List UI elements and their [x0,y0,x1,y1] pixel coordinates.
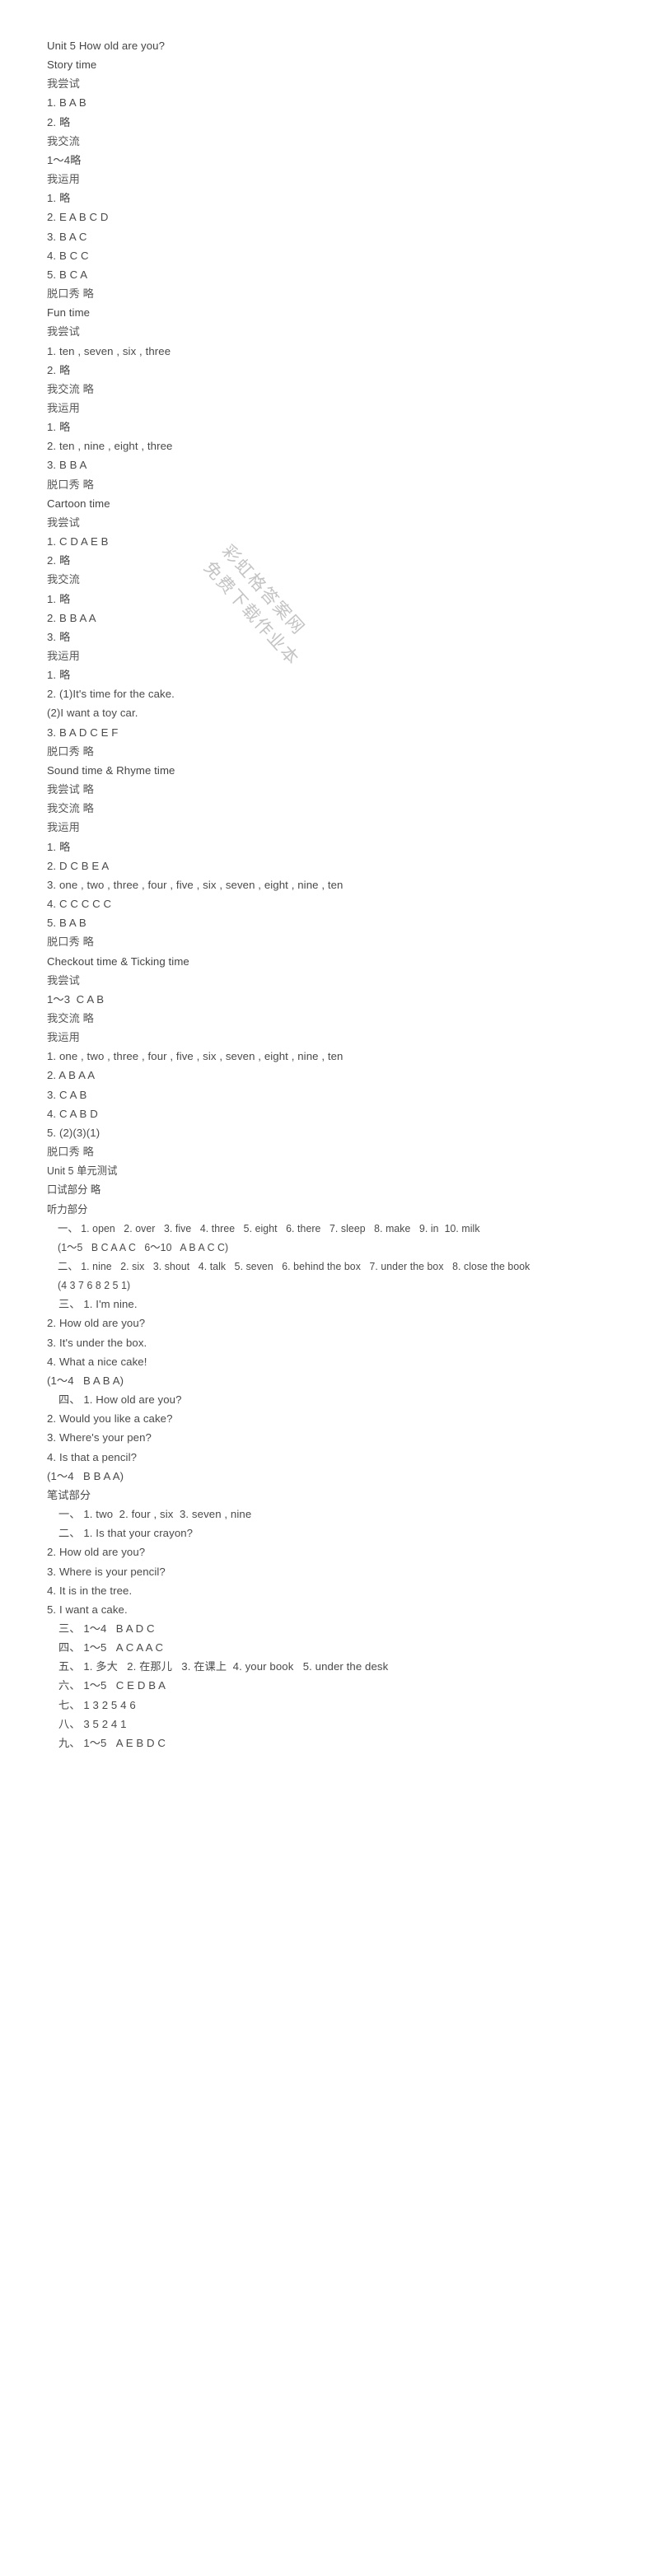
answer-line: 八、 3 5 2 4 1 [58,1717,127,1730]
answer-line: 脱口秀 略 [47,744,94,758]
answer-line: 3. B B A [47,459,87,472]
answer-line: 1～3 C A B [47,992,105,1006]
answer-line: Story time [47,58,97,72]
answer-line: 脱口秀 略 [47,287,94,301]
answer-line: (2)I want a toy car. [47,707,138,720]
answer-line: (1～4 B B A A) [47,1469,124,1482]
answer-line: 5. B A B [47,917,86,930]
answer-line: 4. C C C C C [47,898,112,911]
answer-line: 我运用 [47,1031,80,1044]
answer-line: 4. B C C [47,249,89,262]
answer-line: 3. Where's your pen? [47,1431,152,1444]
answer-line: 我尝试 略 [47,783,94,796]
answer-line: 二、 1. Is that your crayon? [58,1527,194,1540]
answer-line: Sound time & Rhyme time [47,763,175,777]
answer-line: 2. D C B E A [47,859,110,872]
answer-line: 1. 略 [47,592,71,605]
answer-line: 1. 略 [47,421,71,434]
answer-line: 2. A B A A [47,1069,96,1082]
answer-line: 我交流 略 [47,1011,94,1024]
answer-line: 2. 略 [47,554,71,567]
answer-line: 3. one , two , three , four , five , six… [47,878,344,891]
answer-line: 1～4略 [47,153,82,166]
answer-line: 5. B C A [47,268,88,281]
answer-line: 2. 略 [47,115,71,128]
answer-line: 四、 1～5 A C A A C [58,1641,164,1654]
answer-line: 5. I want a cake. [47,1603,128,1616]
answer-line: 我运用 [47,401,80,414]
answer-line: 1. one , two , three , four , five , six… [47,1050,344,1063]
answer-line: 二、 1. nine 2. six 3. shout 4. talk 5. se… [58,1260,530,1272]
answer-line: 2. ten , nine , eight , three [47,440,173,453]
answer-line: 五、 1. 多大 2. 在那儿 3. 在课上 4. your book 5. u… [58,1660,389,1673]
answer-line: 1. 略 [47,840,71,853]
answer-line: 3. B A C [47,230,87,243]
answer-line: 口试部分 略 [47,1183,101,1197]
answer-line: 4. C A B D [47,1107,98,1120]
answer-line: 1. ten , seven , six , three [47,344,171,357]
answer-line: 四、 1. How old are you? [58,1393,182,1407]
answer-line: 2. Would you like a cake? [47,1412,173,1426]
answer-line: 我尝试 [47,77,80,91]
answer-line: 我交流 [47,134,80,147]
answer-line: 我运用 [47,821,80,834]
answer-line: 我尝试 [47,325,80,338]
answer-line: 七、 1 3 2 5 4 6 [58,1698,136,1711]
answer-line: 脱口秀 略 [47,478,94,491]
answer-line: 1. B A B [47,96,86,110]
answer-line: 三、 1. I'm nine. [58,1298,138,1311]
answer-line: 我交流 略 [47,382,94,395]
answer-line: Fun time [47,306,91,320]
answer-line: 我交流 略 [47,802,94,815]
answer-line: Cartoon time [47,497,110,510]
answer-line: 4. What a nice cake! [47,1355,147,1368]
answer-line: 脱口秀 略 [47,1146,94,1159]
answer-line: 1. 略 [47,669,71,682]
answer-line: 1. 略 [47,192,71,205]
answer-line: 我尝试 [47,973,80,987]
answer-line: 2. 略 [47,363,71,376]
answer-line: 2. How old are you? [47,1317,146,1330]
answer-line: 九、 1～5 A E B D C [58,1736,166,1749]
answer-line: 我交流 [47,573,80,586]
answer-key-page: 彩虹格答案网 免费下载作业本 Unit 5 How old are you? St… [0,0,659,2576]
answer-line: 脱口秀 略 [47,936,94,949]
answer-line: 2. How old are you? [47,1546,146,1559]
answer-line: 一、 1. two 2. four , six 3. seven , nine [58,1508,252,1521]
answer-line: 一、 1. open 2. over 3. five 4. three 5. e… [58,1221,480,1234]
answer-line: 3. Where is your pencil? [47,1565,166,1578]
answer-line: 4. It is in the tree. [47,1584,133,1597]
answer-line: Unit 5 How old are you? [47,40,166,52]
answer-line: 5. (2)(3)(1) [47,1126,100,1139]
answer-line: 2. E A B C D [47,211,109,224]
answer-line: 听力部分 [47,1202,88,1216]
answer-line: 3. It's under the box. [47,1336,147,1349]
answer-line: Checkout time & Ticking time [47,954,189,968]
answer-line: 3. 略 [47,630,71,643]
answer-key-content: Unit 5 How old are you? Story time 我尝试 1. B… [47,36,644,1752]
answer-line: 2. B B A A [47,611,96,624]
answer-line: 三、 1～4 B A D C [58,1622,155,1635]
answer-line: 3. C A B [47,1088,87,1101]
answer-line: Unit 5 单元测试 [47,1164,118,1178]
answer-line: 4. Is that a pencil? [47,1450,138,1463]
page-bottom-spacer [47,1752,644,1851]
answer-line: 2. (1)It's time for the cake. [47,688,175,701]
answer-line: 我运用 [47,173,80,186]
answer-line: 1. C D A E B [47,535,109,548]
answer-line: 六、 1～5 C E D B A [58,1679,166,1692]
answer-line: 3. B A D C E F [47,726,119,739]
answer-line: 我尝试 [47,516,80,529]
answer-line: (1～5 B C A A C 6～10 A B A C C) [58,1240,229,1253]
answer-line: (4 3 7 6 8 2 5 1) [58,1279,131,1292]
answer-line: 我运用 [47,650,80,662]
answer-line: (1～4 B A B A) [47,1374,124,1387]
answer-line: 笔试部分 [47,1488,91,1501]
